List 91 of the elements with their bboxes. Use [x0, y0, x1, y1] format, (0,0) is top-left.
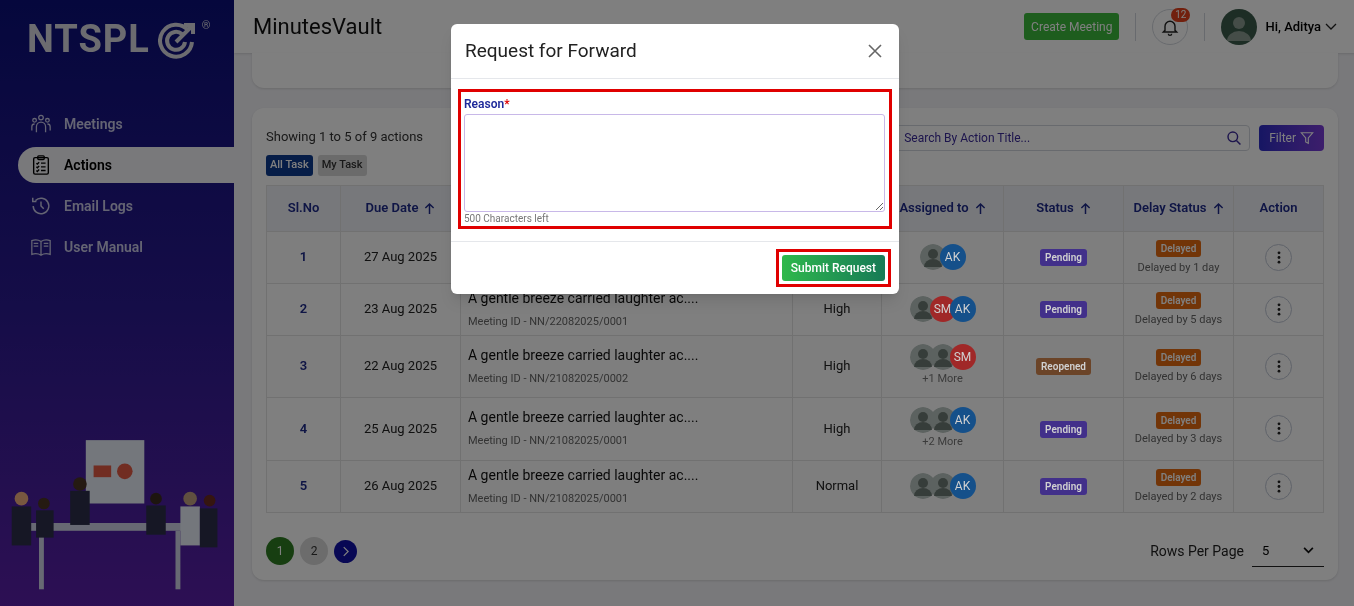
row-number: 1: [299, 249, 308, 265]
status-badge: Pending: [1040, 249, 1087, 267]
results-summary: Showing 1 to 5 of 9 actions: [266, 128, 424, 146]
delay-badge: Delayed: [1155, 349, 1202, 366]
action-title: A gentle breeze carried laughter ac....: [468, 345, 700, 365]
rows-per-page-select[interactable]: 5: [1252, 535, 1324, 567]
app-title: MinutesVault: [253, 13, 384, 41]
avatar-icon: [1221, 8, 1258, 45]
close-icon: [867, 43, 883, 59]
kebab-icon: [1276, 302, 1281, 316]
character-counter: 500 Characters left: [464, 212, 550, 225]
meeting-id: Meeting ID - NN/21082025/0001: [468, 490, 630, 507]
column-header: Sl.No: [287, 199, 320, 218]
column-header: Delay Status: [1133, 199, 1207, 218]
caret-icon: [1325, 22, 1337, 31]
kebab-icon: [1276, 422, 1281, 435]
row-number: 2: [299, 301, 308, 317]
due-date: 22 Aug 2025: [363, 358, 438, 374]
delay-badge: Delayed: [1155, 469, 1202, 486]
registered-mark: ®: [201, 20, 211, 31]
status-badge: Pending: [1040, 420, 1087, 438]
nav-item[interactable]: Actions: [18, 147, 234, 183]
nav-item[interactable]: Meetings: [18, 106, 234, 142]
priority-text: High: [823, 301, 851, 317]
priority-text: Normal: [815, 478, 859, 494]
column-header: Status: [1036, 199, 1074, 218]
dialog-title: Request for Forward: [465, 37, 637, 64]
priority-text: High: [823, 420, 851, 436]
search-icon: [1226, 130, 1243, 146]
notification-badge: 12: [1171, 7, 1191, 22]
kebab-icon: [1276, 250, 1281, 264]
avatar-initials: AK: [949, 296, 976, 322]
column-header: Due Date: [365, 199, 419, 218]
delay-badge: Delayed: [1155, 411, 1202, 429]
funnel-icon: [1300, 131, 1314, 145]
row-number: 4: [299, 420, 308, 436]
more-assignees-text: +1 More: [921, 371, 964, 388]
book-icon: [30, 236, 52, 258]
submit-request-button[interactable]: Submit Request: [781, 255, 885, 281]
avatar-initials: SM: [949, 344, 976, 371]
meeting-id: Meeting ID - NN/21082025/0002: [468, 370, 630, 387]
delay-detail: Delayed by 6 days: [1133, 368, 1224, 385]
meeting-id: Meeting ID - NN/21082025/0001: [468, 433, 630, 450]
priority-text: High: [823, 358, 851, 374]
chevron-down-icon: [1303, 547, 1314, 554]
status-badge: Pending: [1040, 478, 1087, 496]
clipboard-icon: [30, 154, 52, 176]
delay-badge: Delayed: [1155, 292, 1202, 309]
field-label: Reason*: [464, 96, 511, 113]
reason-input[interactable]: [464, 114, 885, 212]
create-meeting-button[interactable]: Create Meeting: [1024, 13, 1120, 40]
due-date: 23 Aug 2025: [363, 301, 438, 317]
avatar-initials: AK: [949, 406, 976, 433]
avatar-initials: AK: [949, 473, 976, 499]
due-date: 25 Aug 2025: [363, 420, 438, 436]
next-page-button[interactable]: [334, 539, 357, 563]
due-date: 27 Aug 2025: [363, 249, 438, 265]
delay-badge: Delayed: [1155, 240, 1202, 257]
filter-button[interactable]: Filter: [1259, 125, 1324, 151]
status-badge: Reopened: [1036, 358, 1091, 376]
meeting-id: Meeting ID - NN/22082025/0001: [468, 313, 630, 330]
user-menu[interactable]: Hi, Aditya: [1265, 16, 1337, 37]
row-number: 5: [299, 478, 308, 494]
status-badge: Pending: [1040, 301, 1087, 319]
task-tab[interactable]: My Task: [317, 154, 367, 176]
nav-item[interactable]: Email Logs: [18, 188, 234, 224]
rows-per-page-label: Rows Per Page: [1150, 541, 1244, 561]
row-number: 3: [299, 358, 308, 374]
due-date: 26 Aug 2025: [363, 478, 438, 494]
history-icon: [30, 195, 52, 217]
logo-text: NTSPL: [27, 20, 150, 58]
page-button[interactable]: 2: [300, 537, 328, 565]
chevron-right-icon: [342, 545, 349, 557]
delay-detail: Delayed by 3 days: [1133, 431, 1224, 447]
delay-detail: Delayed by 5 days: [1133, 311, 1224, 328]
close-button[interactable]: [867, 42, 885, 60]
action-title: A gentle breeze carried laughter ac....: [468, 408, 700, 428]
delay-detail: Delayed by 1 day: [1136, 259, 1221, 276]
target-arrow-icon: [157, 20, 198, 60]
column-header: Assigned to: [899, 199, 969, 218]
column-header: Action: [1259, 199, 1298, 218]
task-tab[interactable]: All Task: [266, 154, 313, 176]
delay-detail: Delayed by 2 days: [1133, 488, 1224, 505]
people-icon: [30, 113, 52, 135]
kebab-icon: [1276, 359, 1281, 373]
avatar-initials: AK: [939, 244, 966, 270]
kebab-icon: [1276, 479, 1281, 493]
more-assignees-text: +2 More: [921, 433, 964, 450]
page-button[interactable]: 1: [266, 537, 294, 565]
action-title: A gentle breeze carried laughter ac....: [468, 465, 700, 485]
nav-item[interactable]: User Manual: [18, 229, 234, 265]
